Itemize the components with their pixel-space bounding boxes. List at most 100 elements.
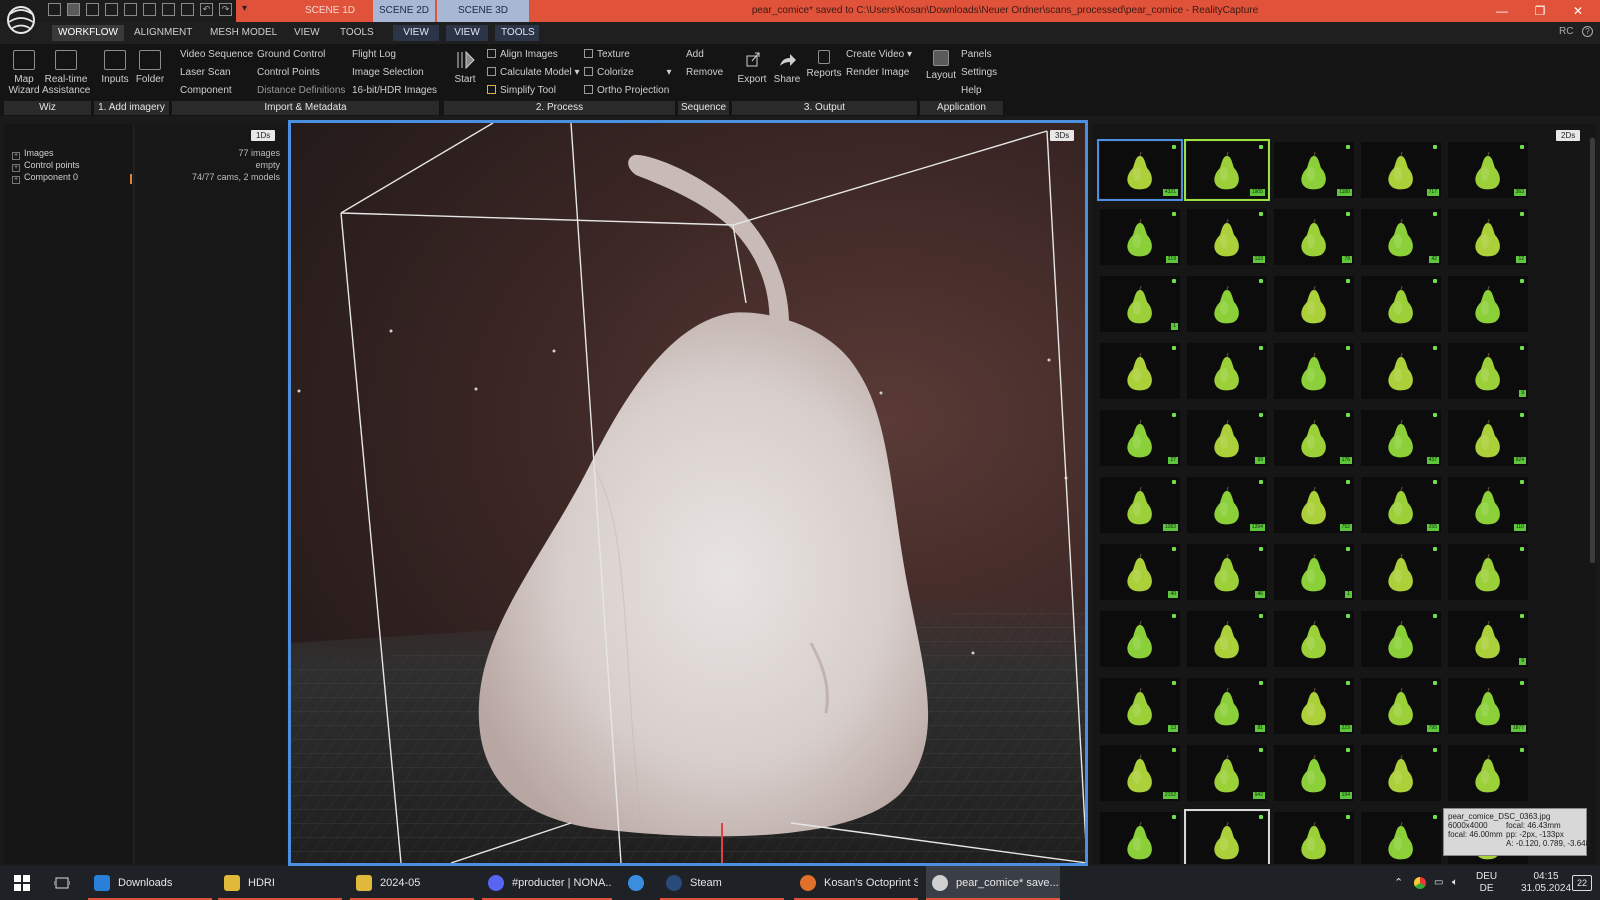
image-selection-button[interactable]: Image Selection	[352, 67, 424, 79]
folder-button[interactable]: Folder	[133, 50, 167, 85]
language-indicator[interactable]: DEU DE	[1476, 871, 1497, 900]
taskbar-app-blue[interactable]	[620, 866, 656, 900]
start-button[interactable]: Start	[450, 50, 480, 85]
image-grid-scrollbar[interactable]	[1590, 138, 1595, 563]
task-view-button[interactable]	[50, 866, 80, 900]
tree-item-images[interactable]: + Images	[12, 148, 54, 160]
image-thumbnail[interactable]: 40	[1100, 544, 1180, 600]
maximize-button[interactable]: ❐	[1522, 0, 1558, 22]
image-thumbnail[interactable]: 2152	[1100, 745, 1180, 801]
image-thumbnail[interactable]: 27	[1100, 410, 1180, 466]
help-icon[interactable]: ?	[1582, 26, 1593, 37]
image-thumbnail[interactable]: 42	[1361, 209, 1441, 265]
image-thumbnail[interactable]	[1187, 611, 1267, 667]
pear-mesh[interactable]	[478, 312, 929, 837]
menu-view[interactable]: VIEW	[288, 25, 326, 41]
image-thumbnail[interactable]: 229	[1274, 678, 1354, 734]
redo-icon[interactable]: ↷	[219, 3, 232, 16]
image-thumbnail[interactable]: 176	[1274, 410, 1354, 466]
image-thumbnail[interactable]	[1274, 611, 1354, 667]
tray-overflow-icon[interactable]: ⌃	[1394, 866, 1403, 900]
calculate-model-button[interactable]: Calculate Model ▾	[487, 67, 580, 79]
image-thumbnail[interactable]: 1	[1274, 544, 1354, 600]
image-thumbnail[interactable]	[1100, 812, 1180, 864]
taskbar-steam[interactable]: Steam	[660, 866, 784, 900]
image-thumbnail[interactable]: 1083	[1100, 477, 1180, 533]
map-wizard-button[interactable]: Map Wizard	[6, 50, 42, 96]
ortho-projection-button[interactable]: Ortho Projection	[584, 85, 669, 97]
flight-log-button[interactable]: Flight Log	[352, 49, 396, 61]
3d-scene[interactable]	[291, 123, 1085, 863]
image-thumbnail[interactable]: 363	[1448, 142, 1528, 198]
laser-scan-button[interactable]: Laser Scan	[180, 67, 231, 79]
image-thumbnail[interactable]: 1180	[1274, 142, 1354, 198]
close-button[interactable]: ✕	[1560, 0, 1596, 22]
colorize-button[interactable]: Colorize ▾	[584, 67, 672, 79]
image-thumbnail[interactable]: 752	[1274, 477, 1354, 533]
expand-icon[interactable]: +	[12, 176, 20, 184]
image-thumbnail[interactable]	[1184, 809, 1270, 864]
layout-3-icon[interactable]	[86, 3, 99, 16]
menu-workflow[interactable]: WORKFLOW	[52, 25, 124, 41]
image-thumbnail[interactable]	[1361, 276, 1441, 332]
image-thumbnail[interactable]	[1361, 745, 1441, 801]
image-thumbnail[interactable]: 219	[1100, 209, 1180, 265]
panel-tag-2ds[interactable]: 2Ds	[1556, 130, 1581, 141]
image-thumbnail[interactable]	[1361, 611, 1441, 667]
quick-access-dropdown-icon[interactable]: ▾	[242, 3, 247, 14]
image-thumbnail[interactable]	[1274, 276, 1354, 332]
image-thumbnail[interactable]: 9	[1448, 611, 1528, 667]
ground-control-button[interactable]: Ground Control	[257, 49, 325, 61]
image-thumbnail[interactable]: 1877	[1448, 678, 1528, 734]
image-thumbnail[interactable]	[1361, 544, 1441, 600]
image-thumbnail[interactable]	[1361, 812, 1441, 864]
layout-6-icon[interactable]	[143, 3, 156, 16]
layout-4-icon[interactable]	[105, 3, 118, 16]
image-thumbnail[interactable]: 1905	[1184, 139, 1270, 201]
tree-item-component-0[interactable]: + Component 0	[12, 172, 78, 184]
image-thumbnail[interactable]	[1187, 343, 1267, 399]
layout-5-icon[interactable]	[124, 3, 137, 16]
tab-scene-1d[interactable]: SCENE 1D	[287, 0, 373, 22]
volume-icon[interactable]: 🔈︎	[1452, 866, 1458, 900]
image-thumbnail[interactable]	[1361, 343, 1441, 399]
panel-tag-3ds[interactable]: 3Ds	[1050, 130, 1075, 141]
tree-item-control-points[interactable]: + Control points	[12, 160, 80, 172]
menu-tools[interactable]: TOOLS	[334, 25, 380, 41]
image-thumbnail[interactable]: 795	[1361, 678, 1441, 734]
layout-1-icon[interactable]	[48, 3, 61, 16]
image-thumbnail[interactable]: 46	[1187, 544, 1267, 600]
image-thumbnail[interactable]: 79	[1274, 209, 1354, 265]
layout-7-icon[interactable]	[162, 3, 175, 16]
help-button[interactable]: Help	[961, 85, 982, 97]
hdr-images-button[interactable]: 16-bit/HDR Images	[352, 85, 437, 97]
colorize-dropdown-icon[interactable]: ▾	[666, 67, 671, 78]
taskbar-realitycapture[interactable]: pear_comice* save...	[926, 866, 1060, 900]
expand-icon[interactable]: +	[12, 164, 20, 172]
taskbar-hdri[interactable]: HDRI	[218, 866, 342, 900]
render-image-button[interactable]: Render Image	[846, 67, 909, 79]
project-tree-panel[interactable]: + Images + Control points + Component 0	[4, 124, 134, 864]
rc-label[interactable]: RC	[1559, 26, 1573, 37]
image-thumbnail[interactable]: 81	[1187, 678, 1267, 734]
undo-icon[interactable]: ↶	[200, 3, 213, 16]
image-thumbnail[interactable]	[1100, 343, 1180, 399]
menu-tools-3d[interactable]: TOOLS	[495, 25, 539, 41]
tab-scene-2d[interactable]: SCENE 2D	[373, 0, 435, 22]
layout-2-icon[interactable]	[67, 3, 80, 16]
control-points-button[interactable]: Control Points	[257, 67, 320, 79]
image-thumbnail[interactable]: 4321	[1097, 139, 1183, 201]
image-thumbnail[interactable]: 12	[1448, 209, 1528, 265]
expand-icon[interactable]: +	[12, 152, 20, 160]
taskbar-2024-05[interactable]: 2024-05	[350, 866, 474, 900]
clock[interactable]: 04:15 31.05.2024	[1516, 871, 1576, 900]
create-video-button[interactable]: Create Video ▾	[846, 49, 912, 61]
taskbar-downloads[interactable]: Downloads	[88, 866, 212, 900]
image-thumbnail[interactable]: 1394	[1187, 477, 1267, 533]
image-thumbnail[interactable]: 942	[1187, 745, 1267, 801]
share-button[interactable]: Share	[772, 50, 802, 85]
image-thumbnail[interactable]: 133	[1187, 209, 1267, 265]
image-thumbnail[interactable]: 9	[1448, 343, 1528, 399]
texture-button[interactable]: Texture	[584, 49, 630, 61]
taskbar-discord[interactable]: #producter | NONA...	[482, 866, 612, 900]
